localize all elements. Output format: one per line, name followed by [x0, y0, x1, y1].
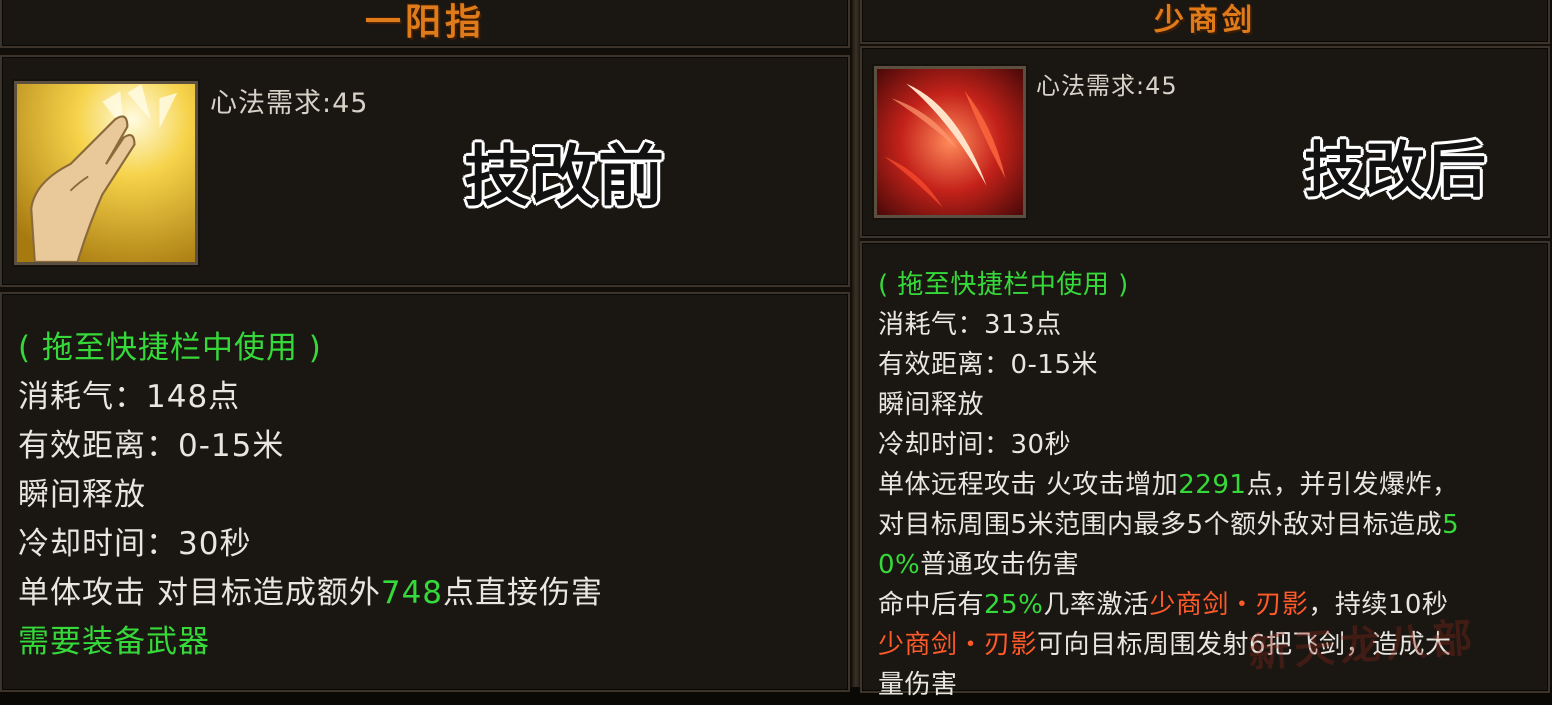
cast-line: 瞬间释放 — [18, 477, 146, 513]
percent-value-part-a: 5 — [1442, 510, 1460, 540]
effect4-mid: 几率激活 — [1043, 590, 1150, 620]
after-tag: 技改后 — [1304, 136, 1487, 206]
requirement-text: 心法需求:45 — [210, 88, 369, 119]
skill-panel-after: 少商剑 心法需求:45 技改后 ( 拖至快捷栏中使用) 消耗气：313点 有效… — [860, 0, 1552, 700]
skill-desc-box: ( 拖至快捷栏中使用 ) 消耗气：313点 有效距离：0-15米 瞬间释放 冷却… — [860, 241, 1550, 700]
skill-header-box: 心法需求:45 技改后 — [860, 46, 1550, 238]
before-tag: 技改前 — [464, 138, 665, 215]
effect3-suffix: 普通攻击伤害 — [920, 550, 1080, 580]
cast-line: 瞬间释放 — [878, 390, 985, 420]
percent-value-part-b: 0% — [878, 550, 921, 580]
title-bar: 少商剑 — [860, 0, 1550, 44]
effect-line-6: 量伤害 — [878, 670, 958, 700]
desc-lines: ( 拖至快捷栏中使用 ) 消耗气：148点 有效距离：0-15米 瞬间释放 冷却… — [18, 324, 603, 667]
skill-icon-frame[interactable] — [874, 66, 1026, 218]
effect2-prefix: 对目标周围5米范围内最多5个额外敌对目标造成 — [878, 510, 1443, 540]
weapon-requirement: 需要装备武器 — [18, 624, 210, 660]
finger-strike-skill-icon — [17, 84, 195, 262]
fire-attack-value: 2291 — [1178, 470, 1247, 500]
drag-hint: ( 拖至快捷栏中使用 ) — [18, 330, 322, 366]
effect-line-2: 对目标周围5米范围内最多5个额外敌对目标造成5 — [878, 505, 1459, 545]
cooldown-line: 冷却时间：30秒 — [878, 430, 1072, 460]
effect-prefix: 单体攻击 对目标造成额外 — [18, 575, 381, 611]
sword-slash-skill-icon — [877, 69, 1023, 215]
proc-chance-value: 25% — [984, 590, 1044, 620]
range-line: 有效距离：0-15米 — [18, 428, 285, 464]
effect4-prefix: 命中后有 — [878, 590, 985, 620]
requirement-text: 心法需求:45 — [1036, 72, 1178, 100]
panel-divider — [852, 0, 860, 687]
title-bar: 一阳指 — [0, 0, 850, 48]
skill-header-box: 心法需求:45 技改前 — [0, 55, 850, 287]
linked-skill-name: 少商剑・刃影 — [1149, 590, 1309, 620]
range-line: 有效距离：0-15米 — [878, 350, 1099, 380]
cost-line: 消耗气：313点 — [878, 310, 1062, 340]
drag-hint: ( 拖至快捷栏中使用 ) — [878, 270, 1129, 300]
cost-line: 消耗气：148点 — [18, 379, 241, 415]
skill-panel-before: 一阳指 心法需求:45 技改前 ( 拖至快捷栏中使用 ) 消耗气：148点 有效… — [0, 0, 852, 692]
skill-icon-frame[interactable] — [14, 81, 198, 265]
effect1-suffix: 点，并引发爆炸， — [1246, 470, 1459, 500]
skill-title: 一阳指 — [364, 2, 485, 43]
cooldown-line: 冷却时间：30秒 — [18, 526, 252, 562]
effect-suffix: 点直接伤害 — [443, 575, 604, 611]
skill-title: 少商剑 — [1154, 3, 1256, 38]
skill-desc-box: ( 拖至快捷栏中使用 ) 消耗气：148点 有效距离：0-15米 瞬间释放 冷却… — [0, 292, 850, 692]
linked-skill-name: 少商剑・刃影 — [878, 630, 1038, 660]
effect-line: 单体攻击 对目标造成额外748点直接伤害 — [18, 569, 603, 618]
effect1-prefix: 单体远程攻击 火攻击增加 — [878, 470, 1179, 500]
effect-line-3: 0%普通攻击伤害 — [878, 545, 1459, 585]
damage-value: 748 — [380, 575, 444, 611]
effect-line-1: 单体远程攻击 火攻击增加2291点，并引发爆炸， — [878, 465, 1459, 505]
